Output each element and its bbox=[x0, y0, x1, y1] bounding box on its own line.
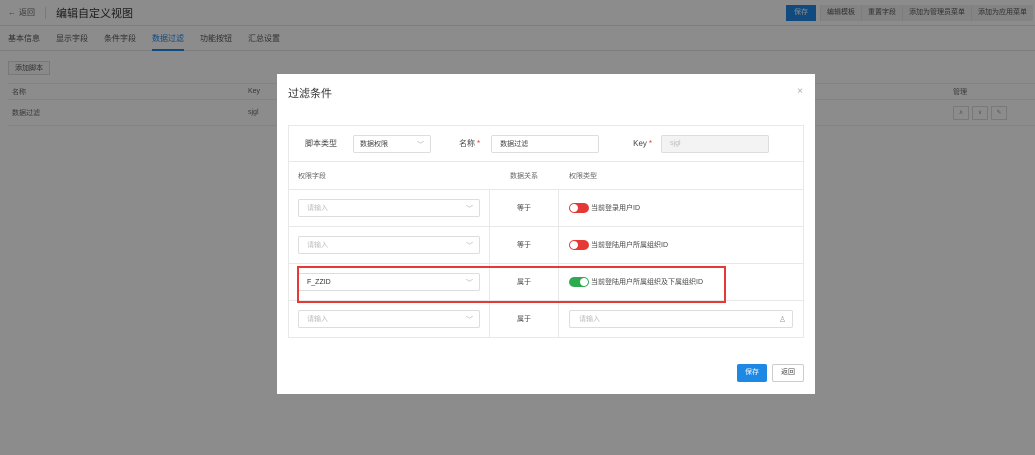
script-type-value: 数据权限 bbox=[360, 140, 388, 148]
field-select[interactable]: 请输入 ﹀ bbox=[298, 199, 480, 217]
chevron-down-icon: ﹀ bbox=[417, 141, 424, 149]
filter-condition-dialog: 过滤条件 × 脚本类型 数据权限 ﹀ 名称 * 数据过滤 Key * sjgl 权限… bbox=[277, 74, 815, 394]
name-label: 名称 * bbox=[459, 139, 481, 148]
key-input: sjgl bbox=[661, 134, 770, 153]
grid-header: 权限字段 数据关系 权限类型 bbox=[289, 162, 803, 190]
table-row: 请输入 ﹀ 属于 请输入 ♙ bbox=[289, 301, 803, 338]
field-select[interactable]: F_ZZID ﹀ bbox=[298, 273, 480, 291]
required-mark: * bbox=[648, 139, 653, 148]
dialog-footer: 保存 返回 bbox=[737, 364, 804, 382]
perm-toggle[interactable] bbox=[569, 277, 589, 287]
table-row: F_ZZID ﹀ 属于 当前登陆用户所属组织及下属组织ID bbox=[289, 264, 803, 301]
close-icon[interactable]: × bbox=[797, 86, 803, 97]
chevron-down-icon: ﹀ bbox=[466, 243, 473, 250]
relation-text: 属于 bbox=[517, 279, 531, 286]
perm-text: 当前登陆用户所属组织ID bbox=[591, 242, 668, 249]
required-mark: * bbox=[477, 139, 481, 148]
column-header-perm-type: 权限类型 bbox=[569, 172, 597, 180]
perm-input[interactable]: 请输入 ♙ bbox=[569, 310, 793, 328]
dialog-title: 过滤条件 bbox=[288, 88, 332, 100]
perm-text: 当前登陆用户所属组织及下属组织ID bbox=[591, 279, 703, 286]
script-form-row: 脚本类型 数据权限 ﹀ 名称 * 数据过滤 Key * sjgl bbox=[288, 125, 804, 162]
script-type-label: 脚本类型 bbox=[305, 139, 337, 148]
chevron-down-icon: ﹀ bbox=[466, 206, 473, 213]
relation-text: 等于 bbox=[517, 205, 531, 212]
chevron-down-icon: ﹀ bbox=[466, 280, 473, 287]
chevron-down-icon: ﹀ bbox=[466, 317, 473, 324]
perm-toggle[interactable] bbox=[569, 203, 589, 213]
table-row: 请输入 ﹀ 等于 当前登录用户ID bbox=[289, 190, 803, 227]
user-select-icon[interactable]: ♙ bbox=[779, 315, 786, 324]
script-type-select[interactable]: 数据权限 ﹀ bbox=[353, 134, 431, 153]
table-row: 请输入 ﹀ 等于 当前登陆用户所属组织ID bbox=[289, 227, 803, 264]
perm-text: 当前登录用户ID bbox=[591, 205, 640, 212]
field-select[interactable]: 请输入 ﹀ bbox=[298, 236, 480, 254]
key-label: Key * bbox=[633, 139, 653, 148]
field-select[interactable]: 请输入 ﹀ bbox=[298, 310, 480, 328]
column-header-field: 权限字段 bbox=[298, 172, 326, 180]
name-input[interactable]: 数据过滤 bbox=[491, 134, 600, 153]
save-button[interactable]: 保存 bbox=[737, 364, 767, 382]
permission-grid: 权限字段 数据关系 权限类型 请输入 ﹀ 等于 当前登录用户ID 请输入 ﹀ 等于 … bbox=[288, 162, 804, 338]
perm-toggle[interactable] bbox=[569, 240, 589, 250]
relation-text: 属于 bbox=[517, 316, 531, 323]
relation-text: 等于 bbox=[517, 242, 531, 249]
dialog-header: 过滤条件 × bbox=[277, 74, 815, 112]
return-button[interactable]: 返回 bbox=[772, 364, 804, 382]
column-header-relation: 数据关系 bbox=[510, 172, 538, 180]
